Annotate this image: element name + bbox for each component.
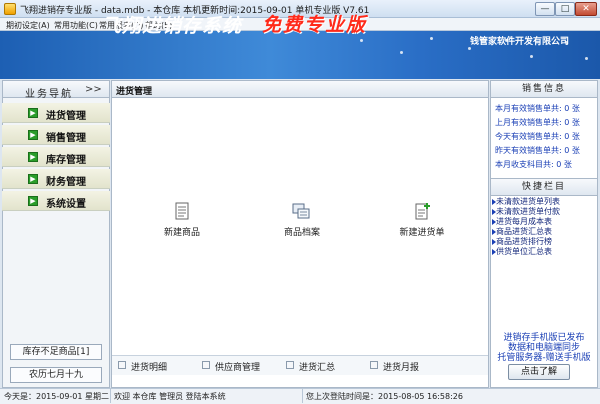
nav-item-label: 系统设置 [46, 199, 86, 210]
arrow-right-icon: ▶ [28, 130, 38, 140]
nav-item-system-settings[interactable]: ▶ 系统设置 [2, 191, 110, 211]
new-purchase-order-label: 新建进货单 [399, 228, 445, 238]
nav-item-finance[interactable]: ▶ 财务管理 [2, 169, 110, 189]
sales-today: 今天有效销售单共: 0 张 [495, 132, 580, 141]
sales-last-month: 上月有效销售单共: 0 张 [495, 118, 580, 127]
banner-title: 飞翔进销存系统 [102, 15, 243, 37]
status-divider [302, 389, 303, 403]
learn-more-button[interactable]: 点击了解 [508, 364, 570, 380]
link-purchase-details[interactable]: 进货明细 [131, 360, 167, 373]
link-purchase-monthly-report[interactable]: 进货月报 [383, 360, 419, 373]
checkbox-icon [202, 361, 210, 369]
status-divider [110, 389, 111, 403]
product-files-label: 商品档案 [283, 228, 320, 238]
sales-this-month: 本月有效销售单共: 0 张 [495, 104, 580, 113]
arrow-right-icon: ▶ [28, 152, 38, 162]
income-expense-this-month: 本月收支科目共: 0 张 [495, 160, 572, 169]
minimize-button[interactable]: — [535, 2, 555, 16]
close-button[interactable]: ✕ [575, 2, 597, 16]
link-purchase-summary[interactable]: 进货汇总 [299, 360, 335, 373]
nav-item-sales[interactable]: ▶ 销售管理 [2, 125, 110, 145]
nav-item-label: 进货管理 [46, 111, 86, 122]
nav-collapse-button[interactable]: >> [85, 84, 102, 95]
nav-item-label: 库存管理 [46, 155, 86, 166]
new-product-label: 新建商品 [163, 228, 200, 238]
new-document-icon [415, 203, 430, 220]
lunar-date: 农历七月十九 [10, 367, 102, 383]
content-title: 进货管理 [116, 87, 153, 97]
nav-title: 业务导航 [25, 89, 73, 100]
sales-yesterday: 昨天有效销售单共: 0 张 [495, 146, 580, 155]
status-last-login: 您上次登陆时间是：2015-08-05 16:58:26 [306, 392, 463, 401]
promo-line: 托管服务器-赠送手机版 [497, 353, 591, 363]
sales-info-title: 销售信息 [490, 80, 598, 98]
stock-warning-button[interactable]: 库存不足商品[1] [10, 344, 102, 360]
status-date: 今天是：2015-09-01 星期二 [4, 392, 110, 401]
nav-item-label: 销售管理 [46, 133, 86, 144]
maximize-button[interactable]: □ [555, 2, 575, 16]
menu-item-common-functions[interactable]: 常用功能(C) [54, 20, 98, 31]
arrow-right-icon: ▶ [28, 108, 38, 118]
arrow-right-icon: ▶ [28, 196, 38, 206]
files-icon [292, 203, 310, 219]
company-name: 钱管家软件开发有限公司 [470, 37, 570, 47]
nav-item-label: 财务管理 [46, 177, 86, 188]
nav-header: 业务导航 >> [2, 80, 110, 100]
status-welcome: 欢迎 本仓库 管理员 登陆本系统 [114, 392, 226, 401]
quick-link-supplier-summary[interactable]: 供货单位汇总表 [496, 246, 552, 257]
arrow-right-icon: ▶ [28, 174, 38, 184]
checkbox-icon [286, 361, 294, 369]
content-header [111, 80, 489, 98]
nav-item-inventory[interactable]: ▶ 库存管理 [2, 147, 110, 167]
link-supplier-management[interactable]: 供应商管理 [215, 360, 260, 373]
document-icon [175, 202, 189, 220]
checkbox-icon [370, 361, 378, 369]
app-icon [4, 3, 16, 15]
checkbox-icon [118, 361, 126, 369]
nav-item-purchase[interactable]: ▶ 进货管理 [2, 103, 110, 123]
menu-item-initial-settings[interactable]: 期初设定(A) [6, 20, 50, 31]
quick-links-title: 快捷栏目 [490, 178, 598, 196]
banner-edition: 免费专业版 [262, 14, 368, 36]
